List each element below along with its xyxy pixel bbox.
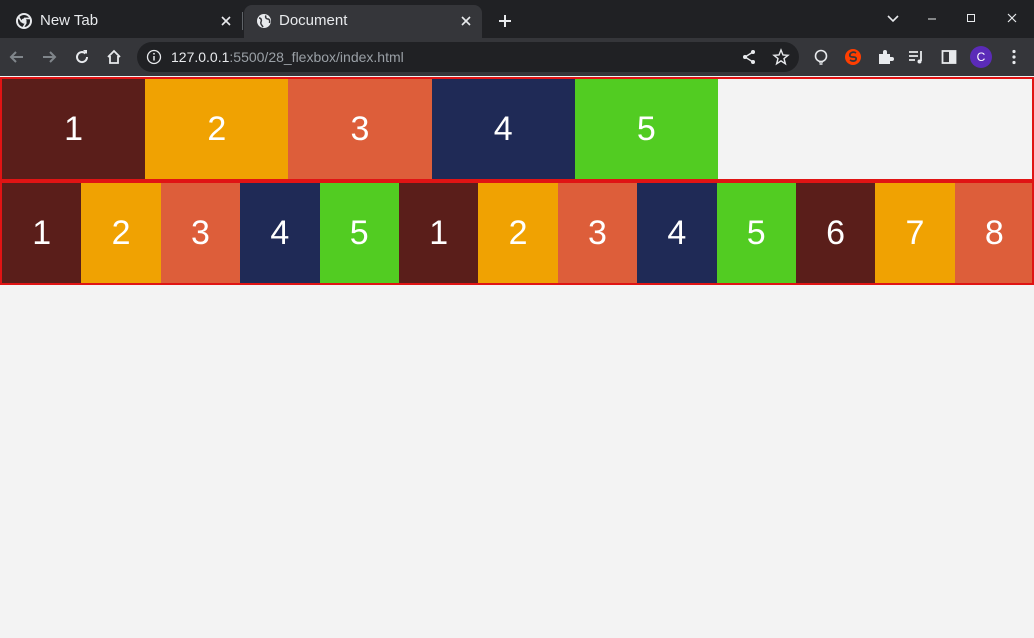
side-panel-icon[interactable] — [940, 48, 958, 66]
close-icon[interactable] — [218, 13, 234, 29]
maximize-icon[interactable] — [963, 10, 979, 26]
share-icon[interactable] — [740, 48, 758, 66]
browser-toolbar: 127.0.0.1:5500/28_flexbox/index.html C — [0, 38, 1034, 76]
extensions-puzzle-icon[interactable] — [876, 48, 894, 66]
url-path: :5500/28_flexbox/index.html — [229, 49, 404, 65]
flex-item: 2 — [145, 79, 289, 179]
tab-new-tab[interactable]: New Tab — [0, 5, 242, 38]
globe-icon — [257, 14, 271, 28]
flex-item: 1 — [2, 79, 146, 179]
address-bar[interactable]: 127.0.0.1:5500/28_flexbox/index.html — [137, 42, 799, 72]
address-url: 127.0.0.1:5500/28_flexbox/index.html — [171, 49, 404, 65]
flex-item: 5 — [716, 183, 796, 283]
flex-item: 3 — [557, 183, 638, 283]
flex-item: 3 — [160, 183, 241, 283]
reload-icon[interactable] — [73, 48, 91, 66]
tab-separator — [242, 12, 243, 30]
flex-item: 2 — [478, 183, 558, 283]
flex-container-2: 1234512345678 — [0, 181, 1034, 285]
flex-item: 8 — [954, 183, 1032, 283]
tab-document[interactable]: Document — [244, 5, 482, 38]
bookmark-star-icon[interactable] — [772, 48, 790, 66]
tab-strip: New Tab Document — [0, 0, 1034, 38]
media-queue-icon[interactable] — [907, 48, 925, 66]
flex-item: 1 — [2, 183, 82, 283]
flex-item: 4 — [637, 183, 717, 283]
profile-avatar[interactable]: C — [970, 46, 992, 68]
kebab-menu-icon[interactable] — [1005, 48, 1023, 66]
flex-item: 7 — [875, 183, 955, 283]
home-icon[interactable] — [105, 48, 123, 66]
chevron-down-icon[interactable] — [885, 10, 901, 26]
flex-item: 3 — [288, 79, 432, 179]
flex-item: 5 — [319, 183, 399, 283]
tab-title: Document — [279, 12, 348, 29]
flex-item: 2 — [81, 183, 161, 283]
flex-item: 6 — [795, 183, 876, 283]
chrome-icon — [16, 13, 32, 29]
minimize-icon[interactable] — [924, 10, 940, 26]
close-window-icon[interactable] — [1004, 10, 1020, 26]
flex-item: 1 — [398, 183, 479, 283]
info-icon[interactable] — [146, 49, 162, 65]
flex-item: 4 — [240, 183, 320, 283]
back-arrow-icon[interactable] — [8, 48, 26, 66]
flex-container-1: 12345 — [0, 77, 1034, 181]
svelte-extension-icon[interactable] — [844, 48, 862, 66]
forward-arrow-icon[interactable] — [40, 48, 58, 66]
url-host: 127.0.0.1 — [171, 49, 230, 65]
flex-item: 4 — [431, 79, 575, 179]
lightbulb-extension-icon[interactable] — [812, 48, 830, 66]
new-tab-plus-icon[interactable] — [496, 12, 514, 30]
tab-title: New Tab — [40, 12, 99, 29]
close-icon[interactable] — [458, 13, 474, 29]
flex-item: 5 — [574, 79, 718, 179]
